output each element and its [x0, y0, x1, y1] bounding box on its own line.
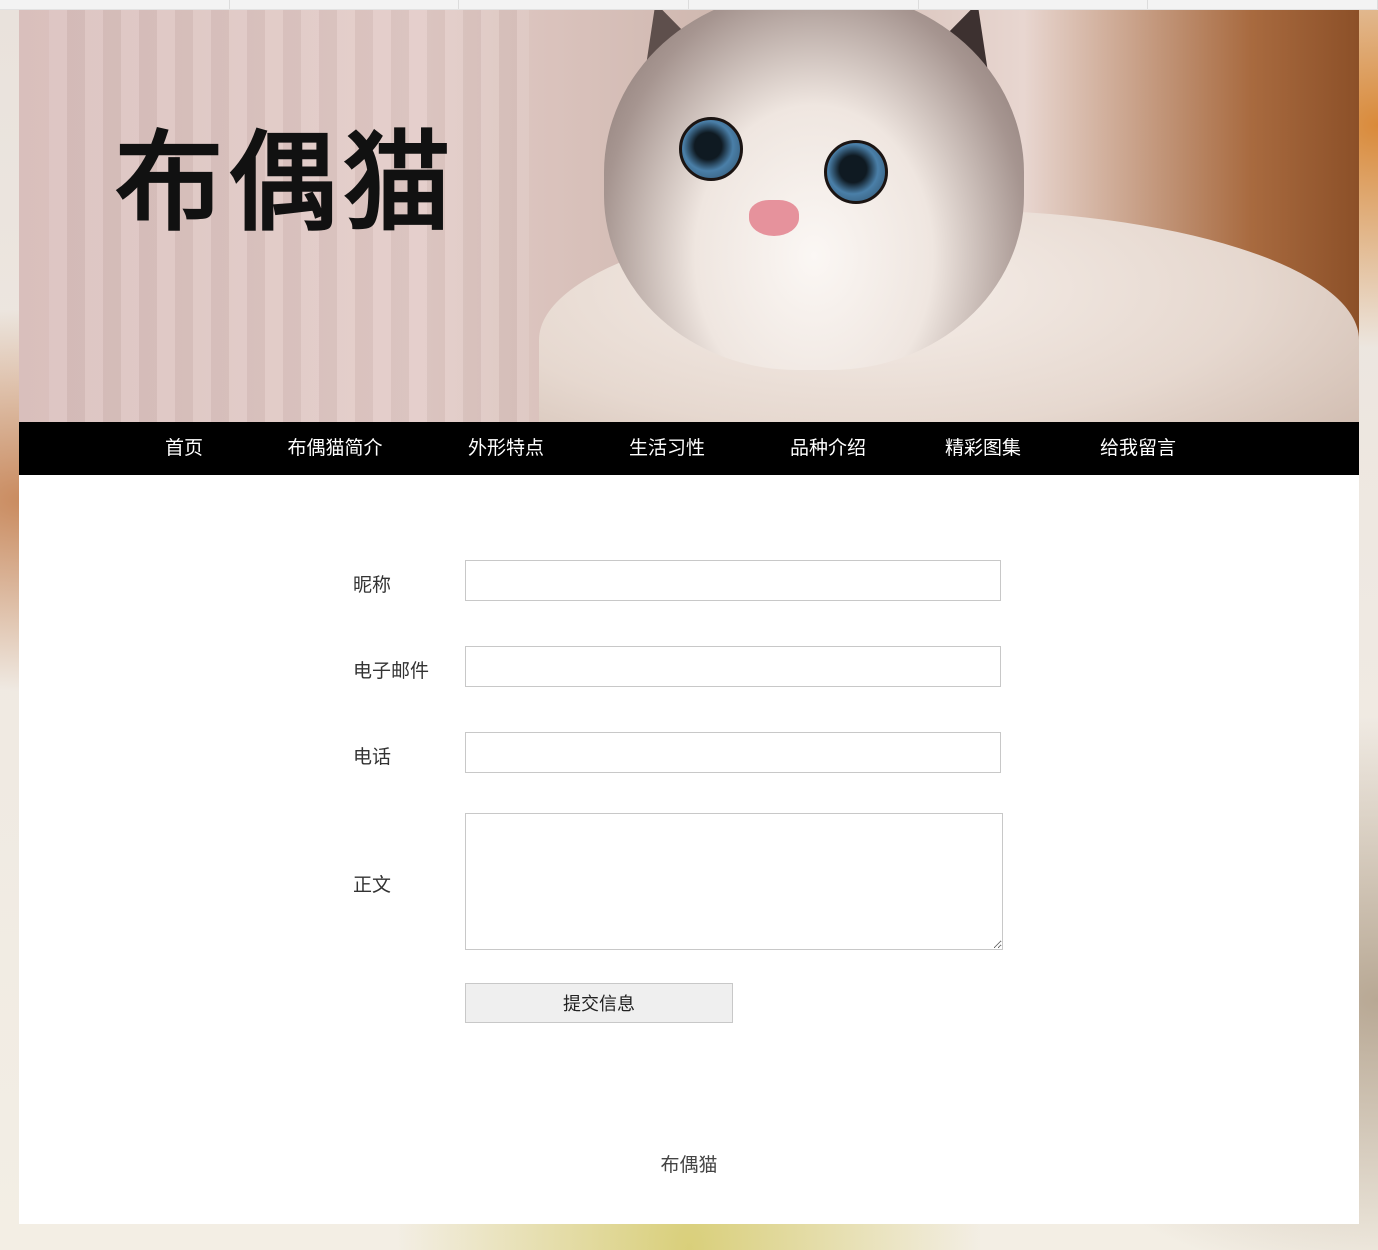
banner-cat-eye-right	[824, 140, 888, 204]
top-strip-segment	[689, 0, 919, 9]
message-label: 正文	[353, 874, 392, 896]
message-textarea[interactable]	[465, 813, 1003, 950]
nav-item-guestbook[interactable]: 给我留言	[1100, 422, 1176, 475]
footer-text: 布偶猫	[660, 1154, 718, 1176]
nav-item-appearance[interactable]: 外形特点	[468, 422, 544, 475]
main-nav: 首页 布偶猫简介 外形特点 生活习性 品种介绍 精彩图集 给我留言	[19, 422, 1359, 475]
banner: 布偶猫	[19, 10, 1359, 422]
phone-label: 电话	[353, 746, 392, 768]
nickname-label: 昵称	[353, 574, 392, 596]
browser-top-strip	[0, 0, 1378, 10]
nav-item-intro[interactable]: 布偶猫简介	[287, 422, 382, 475]
page-container: 布偶猫 首页 布偶猫简介 外形特点 生活习性 品种介绍 精彩图集 给我留言 昵称…	[19, 10, 1359, 1224]
nav-item-home[interactable]: 首页	[165, 422, 203, 475]
guestbook-form: 昵称 电子邮件 电话 正文 提交信息	[19, 475, 1359, 1115]
top-strip-segment	[1148, 0, 1378, 9]
top-strip-segment	[459, 0, 690, 9]
phone-input[interactable]	[465, 732, 1001, 773]
banner-title: 布偶猫	[115, 121, 458, 246]
banner-cat-head	[604, 10, 1024, 370]
nav-item-breeds[interactable]: 品种介绍	[790, 422, 866, 475]
submit-button[interactable]: 提交信息	[465, 983, 733, 1023]
email-input[interactable]	[465, 646, 1001, 687]
banner-cat-nose	[749, 200, 799, 236]
banner-cat-eye-left	[679, 117, 743, 181]
top-strip-segment	[919, 0, 1149, 9]
email-label: 电子邮件	[353, 660, 430, 682]
nav-item-gallery[interactable]: 精彩图集	[945, 422, 1021, 475]
top-strip-segment	[0, 0, 230, 9]
nickname-input[interactable]	[465, 560, 1001, 601]
top-strip-segment	[230, 0, 460, 9]
nav-item-habits[interactable]: 生活习性	[629, 422, 705, 475]
